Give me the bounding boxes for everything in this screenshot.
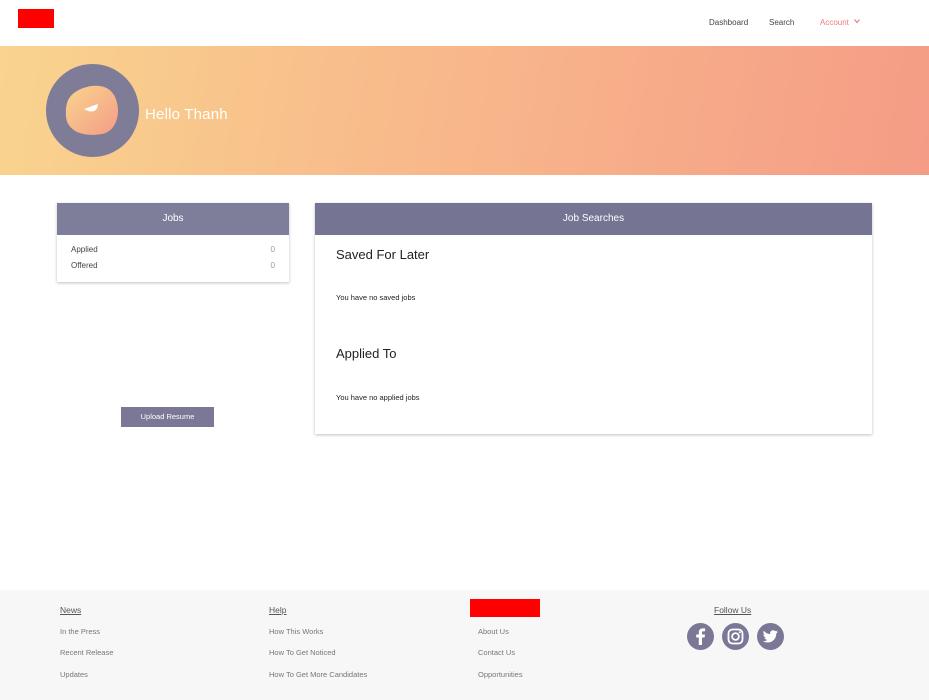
nav-account-menu[interactable]: Account — [820, 18, 861, 27]
nav-account-label: Account — [820, 18, 849, 27]
applied-jobs-empty-text: You have no applied jobs — [336, 393, 420, 402]
footer-link-how-this-works[interactable]: How This Works — [269, 627, 323, 636]
footer-link-contact-us[interactable]: Contact Us — [478, 648, 515, 657]
avatar-face-icon — [65, 85, 118, 135]
jobs-row-count: 0 — [270, 245, 275, 254]
footer-link-opportunities[interactable]: Opportunities — [478, 670, 523, 679]
footer-link-about-us[interactable]: About Us — [478, 627, 509, 636]
chevron-down-icon — [854, 19, 861, 24]
footer-link-in-the-press[interactable]: In the Press — [60, 627, 100, 636]
footer-link-updates[interactable]: Updates — [60, 670, 88, 679]
nav-search-link[interactable]: Search — [769, 18, 794, 27]
jobs-row-applied[interactable]: Applied 0 — [71, 245, 275, 254]
site-footer: News In the Press Recent Release Updates… — [0, 590, 929, 700]
footer-brand-logo — [470, 599, 540, 617]
jobs-row-label: Applied — [71, 245, 98, 254]
twitter-icon[interactable] — [757, 623, 784, 650]
footer-link-recent-release[interactable]: Recent Release — [60, 648, 113, 657]
footer-help-heading[interactable]: Help — [269, 605, 286, 615]
top-navbar: Dashboard Search Account — [0, 0, 929, 46]
job-searches-title: Job Searches — [315, 203, 872, 235]
jobs-row-label: Offered — [71, 261, 98, 270]
avatar[interactable] — [46, 64, 139, 157]
upload-resume-button[interactable]: Upload Resume — [121, 407, 214, 427]
jobs-row-count: 0 — [270, 261, 275, 270]
footer-link-more-candidates[interactable]: How To Get More Candidates — [269, 670, 367, 679]
footer-follow-us-heading: Follow Us — [714, 605, 752, 615]
footer-news-heading[interactable]: News — [60, 605, 81, 615]
instagram-icon[interactable] — [722, 623, 749, 650]
jobs-card: Jobs Applied 0 Offered 0 — [57, 203, 289, 282]
nav-dashboard-link[interactable]: Dashboard — [709, 18, 748, 27]
facebook-icon[interactable] — [687, 623, 714, 650]
applied-to-heading: Applied To — [336, 346, 397, 361]
footer-link-how-to-get-noticed[interactable]: How To Get Noticed — [269, 648, 336, 657]
greeting-text: Hello Thanh — [145, 106, 228, 123]
jobs-card-title: Jobs — [57, 203, 289, 235]
saved-for-later-heading: Saved For Later — [336, 247, 430, 262]
jobs-row-offered[interactable]: Offered 0 — [71, 261, 275, 270]
brand-logo[interactable] — [18, 9, 54, 28]
profile-banner: Hello Thanh — [0, 46, 929, 175]
saved-jobs-empty-text: You have no saved jobs — [336, 293, 416, 302]
job-searches-card: Job Searches Saved For Later You have no… — [315, 203, 872, 434]
